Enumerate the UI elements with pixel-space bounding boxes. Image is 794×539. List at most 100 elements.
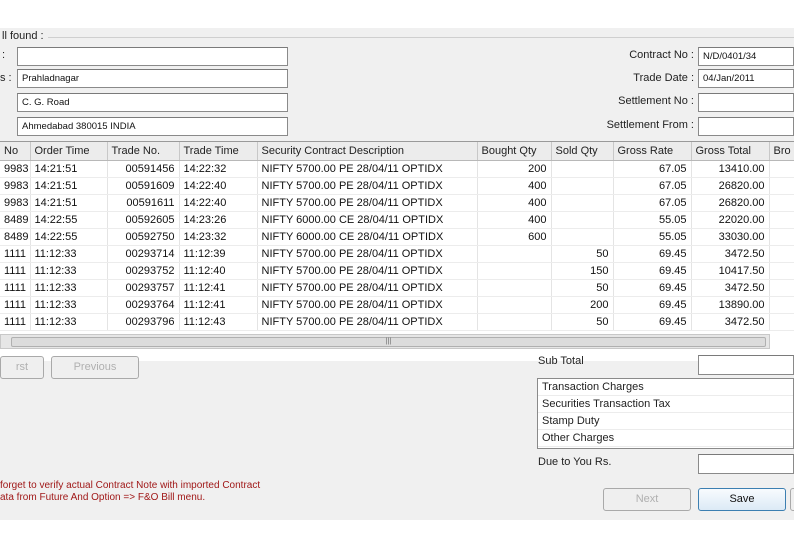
table-row[interactable]: 8489 14:22:55 00592750 14:23:32 NIFTY 6000.0… [0,228,794,246]
table-cell: 69.45 [613,262,692,280]
col-header-description[interactable]: Security Contract Description [257,142,478,161]
table-cell: 3472.50 [691,313,770,331]
table-cell: 14:21:51 [30,194,108,212]
table-cell: 1111 [0,296,31,314]
table-cell: 3472.50 [691,245,770,263]
col-header-bought-qty[interactable]: Bought Qty [477,142,552,161]
table-row[interactable]: 9983 14:21:51 00591609 14:22:40 NIFTY 5700.0… [0,177,794,195]
table-cell: 11:12:41 [179,279,258,297]
contract-no-field[interactable]: N/D/0401/34 [698,47,794,66]
charge-item: Other Charges [538,430,793,447]
table-cell: 26820.00 [691,194,770,212]
table-cell: 14:22:55 [30,228,108,246]
table-row[interactable]: 8489 14:22:55 00592605 14:23:26 NIFTY 6000.0… [0,211,794,229]
table-cell: NIFTY 5700.00 PE 28/04/11 OPTIDX [257,194,478,212]
table-cell: 1111 [0,279,31,297]
col-header-order-time[interactable]: Order Time [30,142,108,161]
table-cell: 400 [477,211,552,229]
table-cell: 50 [551,245,614,263]
table-row[interactable]: 1111 11:12:33 00293752 11:12:40 NIFTY 5700.0… [0,262,794,280]
table-cell [477,279,552,297]
settlement-no-label: Settlement No : [618,95,694,107]
table-cell: 26820.00 [691,177,770,195]
table-cell: 9983 [0,160,31,178]
col-header-brokerage[interactable]: Bro [769,142,794,161]
table-cell [551,211,614,229]
table-cell: 11:12:33 [30,296,108,314]
col-header-trade-time[interactable]: Trade Time [179,142,258,161]
next-button[interactable]: Next [603,488,691,511]
table-cell: NIFTY 5700.00 PE 28/04/11 OPTIDX [257,313,478,331]
name-field[interactable] [17,47,288,66]
table-row[interactable]: 9983 14:21:51 00591456 14:22:32 NIFTY 5700.0… [0,160,794,178]
trades-table: No Order Time Trade No. Trade Time Secur… [0,142,794,331]
table-row[interactable]: 9983 14:21:51 00591611 14:22:40 NIFTY 5700.0… [0,194,794,212]
settlement-no-field[interactable] [698,93,794,112]
table-cell: NIFTY 6000.00 CE 28/04/11 OPTIDX [257,228,478,246]
previous-button[interactable]: Previous [51,356,139,379]
table-cell: 11:12:39 [179,245,258,263]
table-cell: 14:21:51 [30,177,108,195]
address-line-1-field[interactable]: Prahladnagar [17,69,288,88]
table-cell: 69.45 [613,296,692,314]
table-row[interactable]: 1111 11:12:33 00293757 11:12:41 NIFTY 5700.0… [0,279,794,297]
left-label-2: s : [0,72,12,84]
table-cell: 11:12:33 [30,313,108,331]
table-cell: 11:12:33 [30,262,108,280]
table-cell [769,228,794,246]
trade-date-field[interactable]: 04/Jan/2011 [698,69,794,88]
note-line-2: ata from Future And Option => F&O Bill m… [0,492,206,503]
table-cell [477,245,552,263]
save-button[interactable]: Save [698,488,786,511]
table-row[interactable]: 1111 11:12:33 00293796 11:12:43 NIFTY 5700.0… [0,313,794,331]
charges-list: Transaction Charges Securities Transacti… [537,378,794,449]
settlement-from-label: Settlement From : [606,119,694,131]
group-title: ll found : [2,30,44,42]
scrollbar-thumb[interactable]: ||| [11,337,766,347]
table-cell [769,160,794,178]
trades-grid[interactable]: No Order Time Trade No. Trade Time Secur… [0,141,794,361]
table-cell [477,296,552,314]
table-row[interactable]: 1111 11:12:33 00293714 11:12:39 NIFTY 5700.0… [0,245,794,263]
col-header-gross-total[interactable]: Gross Total [691,142,770,161]
table-cell: 13890.00 [691,296,770,314]
table-cell: NIFTY 6000.00 CE 28/04/11 OPTIDX [257,211,478,229]
due-field[interactable] [698,454,794,474]
table-cell: 9983 [0,194,31,212]
table-cell [551,194,614,212]
address-line-3-field[interactable]: Ahmedabad 380015 INDIA [17,117,288,136]
table-cell: 11:12:33 [30,279,108,297]
table-cell: 69.45 [613,245,692,263]
table-cell [551,177,614,195]
table-cell: 00293752 [107,262,180,280]
table-cell [551,228,614,246]
table-header-row: No Order Time Trade No. Trade Time Secur… [0,142,794,161]
sub-total-label: Sub Total [538,355,584,367]
table-cell: NIFTY 5700.00 PE 28/04/11 OPTIDX [257,279,478,297]
table-cell: NIFTY 5700.00 PE 28/04/11 OPTIDX [257,245,478,263]
table-cell: 00293764 [107,296,180,314]
table-cell: 00591609 [107,177,180,195]
sub-total-field[interactable] [698,355,794,375]
table-cell: 10417.50 [691,262,770,280]
col-header-trade-no[interactable]: Trade No. [107,142,180,161]
table-cell: 8489 [0,228,31,246]
partial-button[interactable] [790,488,794,511]
table-cell: 67.05 [613,160,692,178]
address-line-2-field[interactable]: C. G. Road [17,93,288,112]
col-header-gross-rate[interactable]: Gross Rate [613,142,692,161]
charge-item: Stamp Duty [538,413,793,430]
col-header-no[interactable]: No [0,142,31,161]
table-cell: 33030.00 [691,228,770,246]
col-header-sold-qty[interactable]: Sold Qty [551,142,614,161]
table-cell [769,245,794,263]
settlement-from-field[interactable] [698,117,794,136]
table-row[interactable]: 1111 11:12:33 00293764 11:12:41 NIFTY 5700.0… [0,296,794,314]
first-button[interactable]: rst [0,356,44,379]
table-cell: NIFTY 5700.00 PE 28/04/11 OPTIDX [257,296,478,314]
table-cell: 00293796 [107,313,180,331]
table-cell: 55.05 [613,211,692,229]
horizontal-scrollbar[interactable]: ||| [0,334,770,349]
table-cell: 11:12:41 [179,296,258,314]
group-divider [48,37,794,38]
